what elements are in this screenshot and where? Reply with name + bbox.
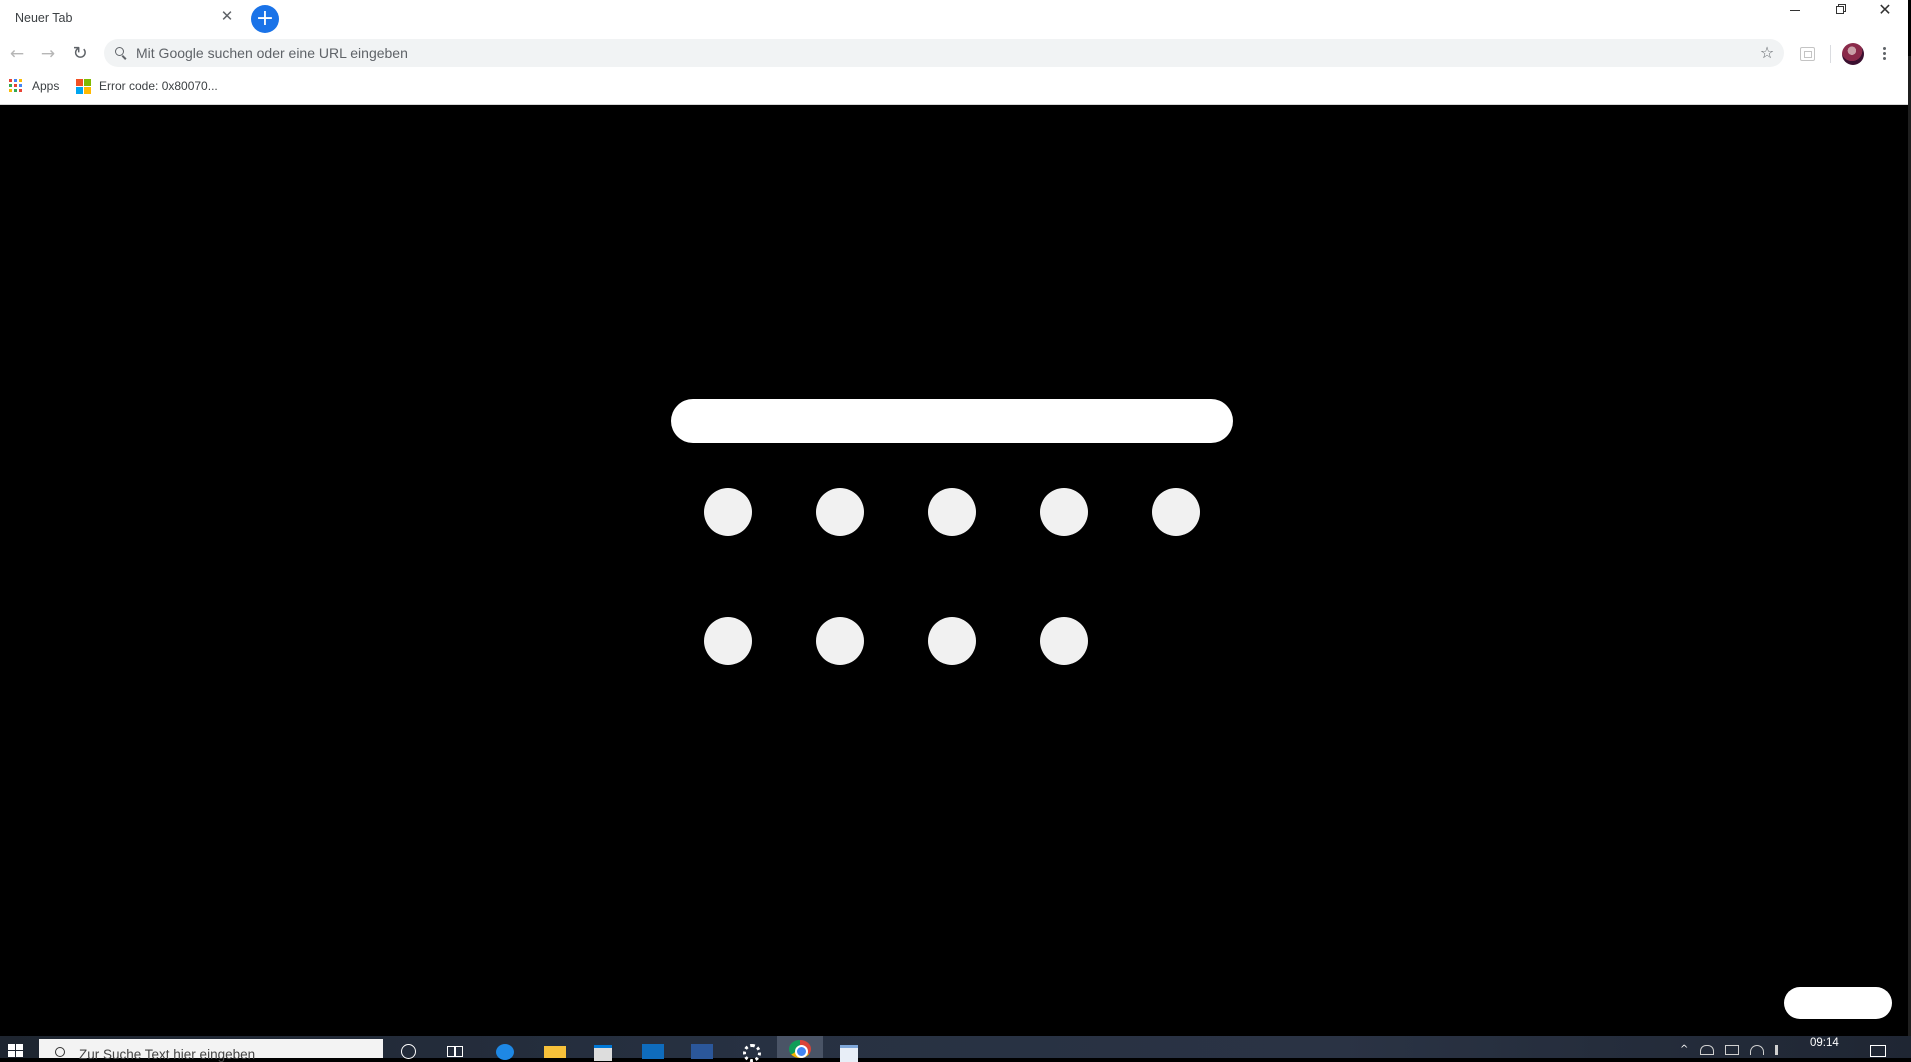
extension-icon[interactable] bbox=[1800, 47, 1815, 61]
tray-network-icon[interactable] bbox=[1750, 1045, 1764, 1055]
restore-icon-front bbox=[1836, 6, 1844, 14]
tray-chevron-icon[interactable]: ^ bbox=[1680, 1044, 1688, 1055]
windows-taskbar: Zur Suche Text hier eingeben ^ 09:14 bbox=[0, 1036, 1911, 1062]
tray-display-icon[interactable] bbox=[1725, 1045, 1739, 1055]
settings-icon[interactable] bbox=[740, 1041, 762, 1062]
new-tab-page bbox=[0, 106, 1908, 1036]
omnibox[interactable]: ☆ bbox=[104, 39, 1784, 67]
back-button[interactable]: ← bbox=[4, 41, 30, 67]
shortcut-tile[interactable] bbox=[704, 617, 752, 665]
notepad-icon[interactable] bbox=[838, 1041, 860, 1062]
bookmark-label: Error code: 0x80070... bbox=[99, 79, 218, 93]
browser-menu-button[interactable] bbox=[1879, 43, 1891, 65]
search-icon bbox=[115, 47, 127, 60]
microsoft-logo-icon bbox=[76, 78, 91, 94]
browser-toolbar: ← → ↻ ☆ bbox=[0, 36, 1908, 72]
bookmarks-bar: Apps Error code: 0x80070... bbox=[0, 73, 1908, 99]
shortcut-tile[interactable] bbox=[928, 617, 976, 665]
reload-button[interactable]: ↻ bbox=[67, 41, 93, 67]
bookmark-error-code[interactable]: Error code: 0x80070... bbox=[76, 75, 218, 97]
restore-button[interactable] bbox=[1817, 0, 1863, 22]
cortana-icon[interactable] bbox=[398, 1041, 420, 1059]
forward-button[interactable]: → bbox=[35, 41, 61, 67]
new-tab-button[interactable]: + bbox=[251, 5, 279, 33]
shortcut-tile[interactable] bbox=[704, 488, 752, 536]
outlook-icon[interactable] bbox=[642, 1041, 664, 1059]
toolbar-divider bbox=[1830, 45, 1831, 63]
profile-avatar[interactable] bbox=[1842, 43, 1864, 65]
tray-onedrive-icon[interactable] bbox=[1700, 1045, 1714, 1055]
tab-title: Neuer Tab bbox=[15, 11, 73, 25]
bookmark-label: Apps bbox=[32, 79, 60, 93]
tab-new-tab[interactable]: Neuer Tab ✕ bbox=[0, 0, 242, 36]
word-icon[interactable] bbox=[691, 1041, 713, 1059]
shortcut-tile[interactable] bbox=[816, 617, 864, 665]
address-bar-input[interactable] bbox=[136, 39, 1736, 67]
edge-icon[interactable] bbox=[494, 1041, 516, 1060]
tab-strip: Neuer Tab ✕ + ✕ bbox=[0, 0, 1908, 36]
notification-center-icon[interactable] bbox=[1870, 1045, 1886, 1057]
bookmark-apps[interactable]: Apps bbox=[9, 75, 59, 97]
close-icon[interactable]: ✕ bbox=[218, 8, 236, 26]
window-close-button[interactable]: ✕ bbox=[1862, 0, 1908, 22]
browser-chrome: Neuer Tab ✕ + ✕ ← → ↻ ☆ bbox=[0, 0, 1908, 105]
tray-volume-icon[interactable] bbox=[1775, 1045, 1789, 1055]
customize-button[interactable] bbox=[1784, 987, 1892, 1019]
apps-grid-icon bbox=[9, 79, 23, 93]
store-icon[interactable] bbox=[592, 1041, 614, 1061]
minimize-button[interactable] bbox=[1772, 0, 1818, 22]
shortcut-tile[interactable] bbox=[1152, 488, 1200, 536]
taskbar-search-box[interactable]: Zur Suche Text hier eingeben bbox=[39, 1039, 383, 1062]
shortcut-tile[interactable] bbox=[816, 488, 864, 536]
chrome-icon[interactable] bbox=[789, 1040, 811, 1058]
shortcut-tile[interactable] bbox=[928, 488, 976, 536]
ntp-search-box[interactable] bbox=[671, 399, 1233, 443]
start-button[interactable] bbox=[8, 1044, 24, 1058]
shortcut-tile[interactable] bbox=[1040, 488, 1088, 536]
taskbar-search-placeholder: Zur Suche Text hier eingeben bbox=[79, 1047, 256, 1062]
file-explorer-icon[interactable] bbox=[544, 1041, 566, 1058]
task-view-icon[interactable] bbox=[444, 1041, 466, 1058]
shortcut-tile[interactable] bbox=[1040, 617, 1088, 665]
search-icon bbox=[55, 1047, 65, 1057]
bookmark-star-icon[interactable]: ☆ bbox=[1756, 42, 1778, 64]
taskbar-clock[interactable]: 09:14 bbox=[1810, 1037, 1839, 1049]
